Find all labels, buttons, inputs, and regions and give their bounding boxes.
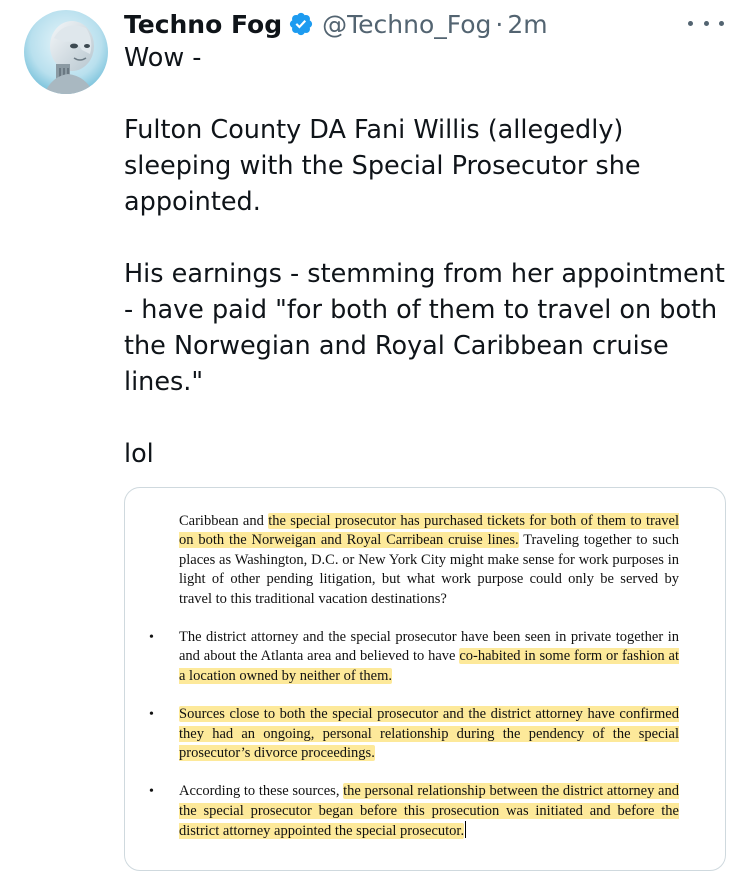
separator-dot: · — [495, 9, 504, 39]
tweet-text: Wow - Fulton County DA Fani Willis (alle… — [124, 40, 734, 472]
more-dot — [688, 20, 693, 26]
tweet-paragraph: His earnings - stemming from her appoint… — [124, 259, 725, 397]
tweet-paragraph: lol — [124, 439, 154, 469]
more-dot — [703, 20, 709, 26]
doc-text: Caribbean and — [179, 513, 269, 529]
timestamp[interactable]: 2m — [507, 10, 547, 39]
verified-badge-icon[interactable] — [288, 11, 314, 37]
tweet-header: Techno Fog @Techno_Fog · 2m — [124, 6, 548, 42]
document-excerpt: Caribbean and the special prosecutor has… — [149, 512, 679, 861]
more-dot — [719, 20, 724, 26]
author-handle[interactable]: @Techno_Fog — [322, 10, 491, 39]
document-intro-paragraph: Caribbean and the special prosecutor has… — [179, 512, 679, 609]
robot-avatar-image — [24, 10, 108, 94]
author-name[interactable]: Techno Fog — [124, 10, 282, 39]
bullet-glyph: • — [149, 784, 154, 800]
doc-highlight: Sources close to both the special prosec… — [179, 706, 679, 762]
attached-document-image[interactable]: Caribbean and the special prosecutor has… — [124, 487, 726, 871]
bullet-glyph: • — [149, 630, 154, 646]
doc-text: According to these sources, — [179, 783, 344, 800]
document-bullet-item: • Sources close to both the special pros… — [149, 705, 679, 763]
avatar[interactable] — [24, 10, 108, 94]
more-horizontal-icon[interactable] — [688, 12, 724, 34]
document-bullet-item: • According to these sources, the person… — [149, 782, 679, 841]
tweet-paragraph: Wow - — [124, 43, 202, 73]
bullet-glyph: • — [149, 707, 154, 723]
document-bullet-item: • The district attorney and the special … — [149, 628, 679, 686]
tweet-paragraph: Fulton County DA Fani Willis (allegedly)… — [124, 115, 641, 217]
text-cursor — [465, 821, 467, 839]
